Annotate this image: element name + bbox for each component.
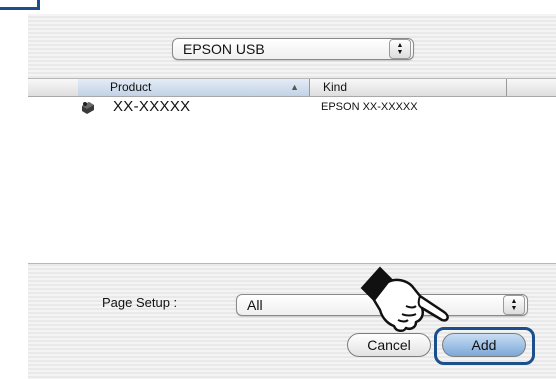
connection-type-popup[interactable]: EPSON USB ▲ ▼ bbox=[172, 38, 414, 60]
popup-arrows-icon: ▲ ▼ bbox=[389, 39, 411, 59]
row-product: XX-XXXXX bbox=[113, 98, 191, 115]
sort-ascending-icon: ▲ bbox=[290, 82, 299, 92]
column-header-kind-label: Kind bbox=[323, 80, 348, 94]
page-setup-label: Page Setup : bbox=[102, 295, 178, 310]
corner-tab bbox=[0, 0, 40, 10]
printer-icon bbox=[82, 102, 94, 114]
connection-type-value: EPSON USB bbox=[183, 41, 265, 57]
column-header-product[interactable]: Product ▲ bbox=[78, 79, 310, 96]
cancel-button[interactable]: Cancel bbox=[347, 333, 431, 357]
column-header-kind[interactable]: Kind bbox=[311, 79, 507, 96]
popup-arrows-icon: ▲ ▼ bbox=[503, 295, 525, 315]
pointing-hand-icon bbox=[360, 266, 449, 332]
column-header-product-label: Product bbox=[110, 80, 152, 94]
table-row[interactable]: XX-XXXXX EPSON XX-XXXXX bbox=[28, 98, 556, 117]
row-kind: EPSON XX-XXXXX bbox=[321, 101, 418, 113]
list-header: Product ▲ Kind bbox=[28, 79, 556, 97]
printer-list[interactable]: Product ▲ Kind XX-XXXXX EPSON XX-XXXXX bbox=[28, 78, 556, 264]
